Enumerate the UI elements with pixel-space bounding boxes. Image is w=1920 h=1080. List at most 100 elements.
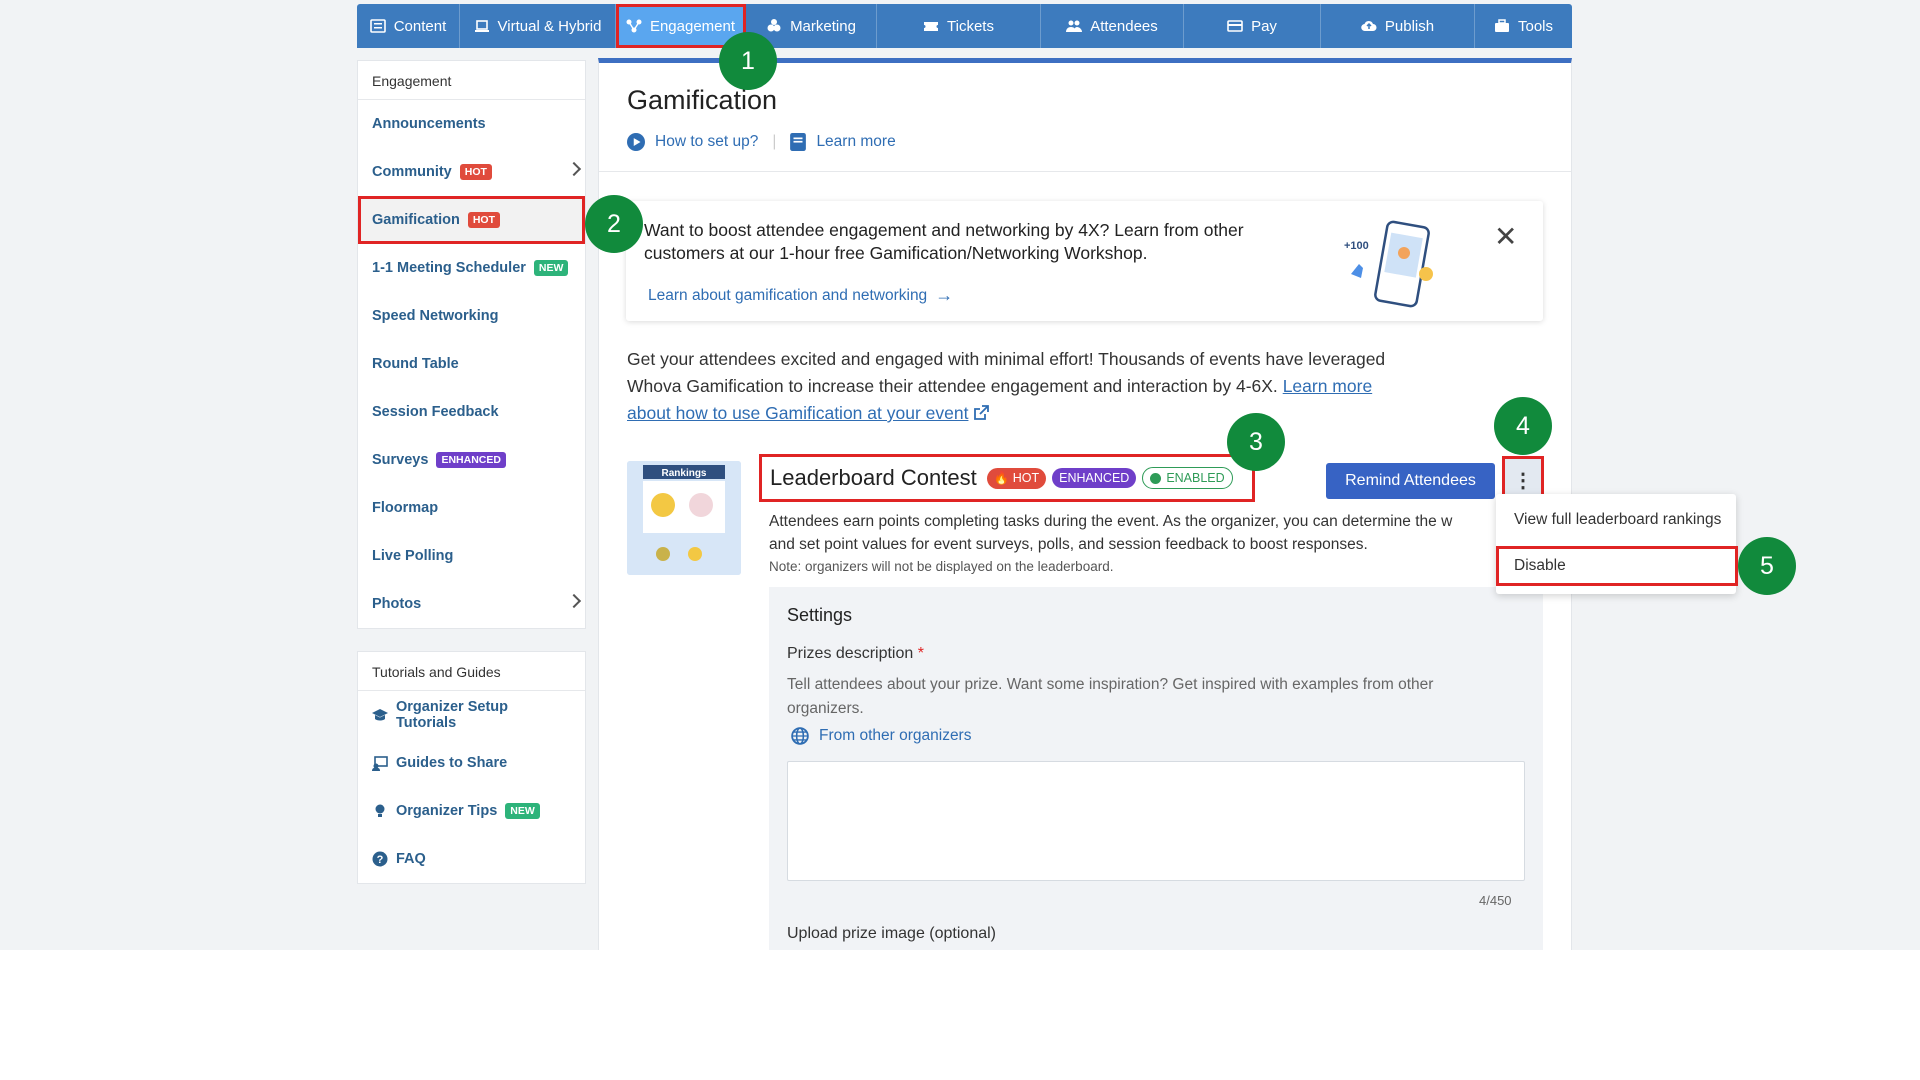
leaderboard-description-line2: and set point values for event surveys, …: [769, 536, 1368, 553]
step-marker-1: 1: [719, 32, 777, 90]
learn-more-link[interactable]: Learn more: [816, 133, 895, 151]
tab-content[interactable]: Content: [357, 4, 460, 48]
promo-link[interactable]: Learn about gamification and networking …: [648, 285, 953, 306]
sidebar-item-guides-to-share[interactable]: Guides to Share: [358, 739, 585, 787]
remind-attendees-button[interactable]: Remind Attendees: [1326, 463, 1495, 499]
tab-attendees[interactable]: Attendees: [1041, 4, 1184, 48]
ticket-icon: [924, 22, 939, 31]
chevron-right-icon: [566, 161, 582, 177]
leaderboard-contest-header: Leaderboard Contest 🔥 HOT ENHANCED ENABL…: [759, 454, 1255, 502]
help-links: How to set up? | Learn more: [627, 133, 896, 151]
header-divider: [599, 171, 1571, 172]
description-text: Get your attendees excited and engaged w…: [627, 349, 1386, 396]
enabled-status-badge: ENABLED: [1142, 467, 1233, 489]
lightbulb-icon: [375, 804, 385, 817]
sidebar-item-session-feedback[interactable]: Session Feedback: [358, 388, 585, 436]
svg-text:?: ?: [377, 854, 384, 866]
engagement-menu: Engagement Announcements Community HOT Ga…: [357, 60, 586, 629]
step-marker-4: 4: [1494, 397, 1552, 455]
leaderboard-title: Leaderboard Contest: [770, 465, 977, 490]
sidebar-item-label: 1-1 Meeting Scheduler: [372, 260, 526, 276]
page-title: Gamification: [627, 85, 778, 115]
enhanced-badge: ENHANCED: [1052, 468, 1137, 488]
sidebar-item-organizer-tips[interactable]: Organizer Tips NEW: [358, 787, 585, 835]
step-marker-2: 2: [585, 195, 643, 253]
upload-prize-image-label: Upload prize image (optional): [787, 925, 996, 942]
sidebar-item-faq[interactable]: ? FAQ: [358, 835, 585, 883]
sidebar-item-photos[interactable]: Photos: [358, 580, 585, 628]
leaderboard-description: Attendees earn points completing tasks d…: [769, 510, 1509, 556]
promo-link-label: Learn about gamification and networking: [648, 286, 928, 304]
leaderboard-description-line1: Attendees earn points completing tasks d…: [769, 513, 1453, 530]
settings-panel: Settings Prizes description * Tell atten…: [769, 587, 1543, 950]
graduation-cap-icon: [372, 709, 388, 721]
sidebar-item-speed-networking[interactable]: Speed Networking: [358, 292, 585, 340]
tab-publish[interactable]: Publish: [1321, 4, 1475, 48]
gamification-description: Get your attendees excited and engaged w…: [627, 346, 1417, 427]
tab-label: Virtual & Hybrid: [497, 17, 602, 35]
enabled-label: ENABLED: [1166, 471, 1225, 485]
sidebar-item-label: Speed Networking: [372, 308, 499, 324]
tab-label: Attendees: [1090, 17, 1158, 35]
hot-badge: HOT: [459, 164, 492, 180]
sidebar-item-label: Community: [372, 164, 452, 180]
arrow-right-icon: →: [935, 285, 954, 305]
attendees-icon: [1066, 20, 1083, 32]
prize-help-text: Tell attendees about your prize. Want so…: [787, 676, 1434, 717]
tab-label: Tools: [1517, 17, 1554, 35]
new-badge: NEW: [505, 803, 540, 819]
laptop-icon: [474, 20, 489, 32]
how-to-setup-link[interactable]: How to set up?: [655, 133, 758, 151]
sidebar-item-label: Photos: [372, 596, 422, 612]
tab-label: Engagement: [649, 17, 736, 35]
globe-icon: [791, 727, 809, 745]
book-icon: [790, 133, 807, 151]
prizes-description-textarea[interactable]: [787, 761, 1525, 881]
top-nav: Content Virtual & Hybrid Engagement Mark…: [357, 4, 1572, 48]
sidebar-item-label: Gamification: [372, 212, 460, 228]
sidebar-item-label: Surveys: [372, 452, 429, 468]
tab-virtual-hybrid[interactable]: Virtual & Hybrid: [460, 4, 616, 48]
sidebar-item-floormap[interactable]: Floormap: [358, 484, 585, 532]
sidebar-item-meeting-scheduler[interactable]: 1-1 Meeting Scheduler NEW: [358, 244, 585, 292]
sidebar-item-label: Live Polling: [372, 548, 454, 564]
step-marker-5: 5: [1738, 537, 1796, 595]
from-other-label: From other organizers: [819, 727, 972, 744]
sidebar-item-surveys[interactable]: Surveys ENHANCED: [358, 436, 585, 484]
tab-tools[interactable]: Tools: [1475, 4, 1572, 48]
sidebar-item-announcements[interactable]: Announcements: [358, 100, 585, 148]
tab-tickets[interactable]: Tickets: [877, 4, 1041, 48]
leaderboard-thumbnail: Rankings: [627, 461, 741, 575]
sidebar-item-setup-tutorials[interactable]: Organizer Setup Tutorials: [358, 691, 585, 739]
link-separator: |: [772, 133, 777, 150]
thumb-label: Rankings: [661, 468, 706, 479]
required-mark: *: [917, 645, 924, 662]
enhanced-badge: ENHANCED: [436, 452, 506, 468]
from-other-organizers-link[interactable]: From other organizers: [791, 727, 971, 745]
step-marker-3: 3: [1227, 413, 1285, 471]
engagement-menu-title: Engagement: [358, 61, 585, 100]
tutorials-menu-title: Tutorials and Guides: [358, 652, 585, 691]
disable-item[interactable]: Disable: [1496, 546, 1738, 586]
sidebar-item-gamification[interactable]: Gamification HOT: [358, 196, 585, 244]
close-banner-button[interactable]: ✕: [1494, 223, 1517, 251]
promo-illustration: +100: [1344, 220, 1433, 308]
sidebar-item-label: FAQ: [396, 851, 426, 867]
hot-badge: 🔥 HOT: [986, 467, 1047, 489]
character-counter: 4/450: [1479, 893, 1512, 908]
view-leaderboard-rankings-item[interactable]: View full leaderboard rankings: [1496, 500, 1736, 540]
tab-pay[interactable]: Pay: [1184, 4, 1321, 48]
play-circle-icon: [627, 133, 645, 151]
engagement-icon: [626, 19, 642, 33]
sidebar-item-label: Floormap: [372, 500, 439, 516]
tab-label: Content: [393, 17, 447, 35]
hot-badge: HOT: [467, 212, 500, 228]
sidebar-item-community[interactable]: Community HOT: [358, 148, 585, 196]
external-link-icon: [974, 405, 990, 420]
promo-text: Want to boost attendee engagement and ne…: [644, 220, 1244, 263]
workshop-promo-banner: Want to boost attendee engagement and ne…: [626, 201, 1543, 321]
sidebar-item-live-polling[interactable]: Live Polling: [358, 532, 585, 580]
tab-label: Publish: [1384, 17, 1435, 35]
content-icon: [369, 19, 386, 33]
sidebar-item-round-table[interactable]: Round Table: [358, 340, 585, 388]
